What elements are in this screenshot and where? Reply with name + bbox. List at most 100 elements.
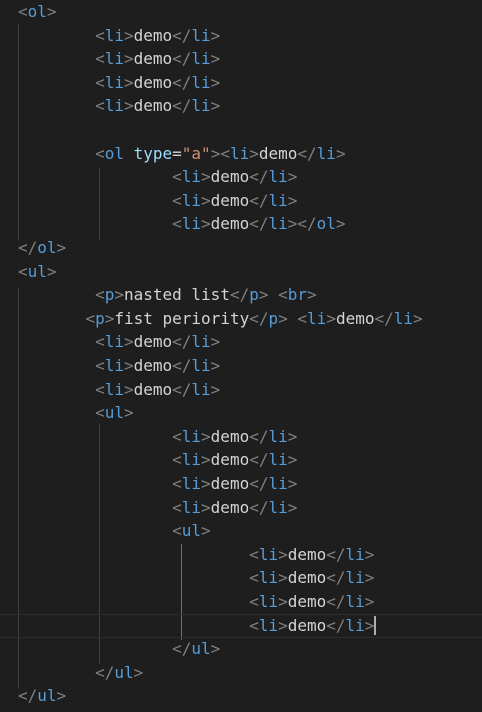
token-bracket: </ [172, 96, 192, 116]
token-bracket: </ [249, 167, 269, 187]
token-tag: li [191, 332, 211, 352]
token-bracket: > [210, 96, 221, 116]
token-text: = [172, 143, 182, 163]
token-bracket: < [172, 474, 182, 493]
code-line[interactable]: <li>demo</li></ol> [0, 212, 482, 236]
token-tag: li [268, 450, 288, 470]
code-line[interactable] [0, 118, 482, 142]
code-line[interactable]: <li>demo</li> [0, 472, 482, 496]
code-line[interactable]: <p>fist periority</p> <li>demo</li> [0, 307, 482, 331]
code-line[interactable]: <li>demo</li> [0, 496, 482, 520]
token-bracket: </ [172, 332, 192, 352]
code-line[interactable]: <ul> [0, 260, 482, 284]
token-tag: li [104, 332, 124, 352]
token-bracket: < [297, 308, 308, 328]
token-bracket: < [172, 190, 182, 210]
code-line[interactable]: <li>demo</li> [0, 354, 482, 378]
token-text: demo [210, 190, 250, 210]
token-bracket: > [364, 592, 375, 611]
token-bracket: > [56, 238, 67, 257]
token-text: fist periority [114, 308, 250, 328]
token-tag: li [104, 49, 124, 69]
code-line[interactable]: <ol type="a"><li>demo</li> [0, 142, 482, 166]
token-bracket: </ [172, 49, 192, 69]
token-tag: li [268, 214, 288, 234]
token-text: demo [133, 25, 173, 45]
code-line[interactable]: <li>demo</li> [0, 425, 482, 449]
code-line[interactable]: <li>demo</li> [0, 448, 482, 472]
code-line[interactable]: <li>demo</li> [0, 566, 482, 590]
code-line[interactable]: <li>demo</li> [0, 71, 482, 95]
token-bracket: > [210, 72, 221, 92]
token-bracket: > [258, 285, 269, 305]
code-line[interactable]: <p>nasted list</p> <br> [0, 283, 482, 307]
code-line[interactable]: <li>demo</li> [0, 378, 482, 402]
code-line[interactable]: <li>demo</li> [0, 24, 482, 48]
token-bracket: < [95, 25, 105, 45]
token-bracket: > [210, 639, 221, 659]
token-bracket: > [307, 285, 317, 305]
token-text: demo [133, 332, 173, 352]
token-bracket: < [95, 332, 105, 352]
code-line[interactable]: <ul> [0, 401, 482, 425]
token-bracket: </ [249, 497, 269, 517]
token-bracket: > [210, 25, 221, 45]
token-bracket: > [413, 308, 423, 328]
code-line[interactable]: <li>demo</li> [0, 543, 482, 567]
token-tag: li [191, 356, 211, 375]
code-line[interactable]: <li>demo</li> [0, 94, 482, 118]
token-tag: p [268, 308, 279, 328]
code-line[interactable]: <li>demo</li> [0, 47, 482, 71]
code-line[interactable]: <li>demo</li> [0, 165, 482, 189]
token-tag: li [393, 308, 414, 328]
token-tag: p [104, 285, 115, 305]
token-text: demo [210, 450, 250, 470]
token-text: demo [335, 308, 375, 328]
token-text: demo [133, 96, 173, 116]
token-string: "a" [181, 143, 211, 163]
code-line[interactable]: </ul> [0, 684, 482, 708]
token-tag: li [258, 592, 279, 611]
token-bracket: > [133, 662, 144, 682]
code-line[interactable]: <li>demo</li> [0, 189, 482, 213]
token-bracket: < [249, 615, 259, 635]
code-line[interactable]: </ul> [0, 637, 482, 661]
code-line[interactable]: <li>demo</li> [0, 590, 482, 614]
code-line[interactable]: <ol> [0, 0, 482, 24]
token-bracket: </ [326, 544, 346, 564]
token-tag: ol [37, 238, 57, 257]
token-text: demo [210, 426, 250, 446]
token-tag: p [249, 285, 259, 305]
token-bracket: > [210, 356, 221, 375]
code-line[interactable]: </ul> [0, 661, 482, 685]
code-editor[interactable]: <ol> <li>demo</li> <li>demo</li> <li>dem… [0, 0, 482, 712]
code-line[interactable]: <li>demo</li> [0, 614, 482, 638]
token-bracket: > [123, 379, 134, 399]
token-bracket: > [201, 214, 211, 234]
token-tag: li [229, 143, 250, 163]
token-bracket: </ [172, 72, 192, 92]
token-bracket: > [201, 474, 211, 493]
token-bracket: > [201, 167, 211, 187]
token-tag: li [316, 143, 336, 163]
code-line[interactable]: </ol> [0, 236, 482, 260]
token-bracket: > [56, 686, 67, 706]
token-bracket: </ [172, 25, 192, 45]
code-line[interactable]: <ul> [0, 519, 482, 543]
token-bracket: < [95, 72, 105, 92]
token-tag: li [181, 450, 202, 470]
token-bracket: > [287, 426, 298, 446]
token-bracket: > [201, 426, 211, 446]
code-line[interactable]: <li>demo</li> [0, 330, 482, 354]
token-tag: ul [191, 639, 211, 659]
